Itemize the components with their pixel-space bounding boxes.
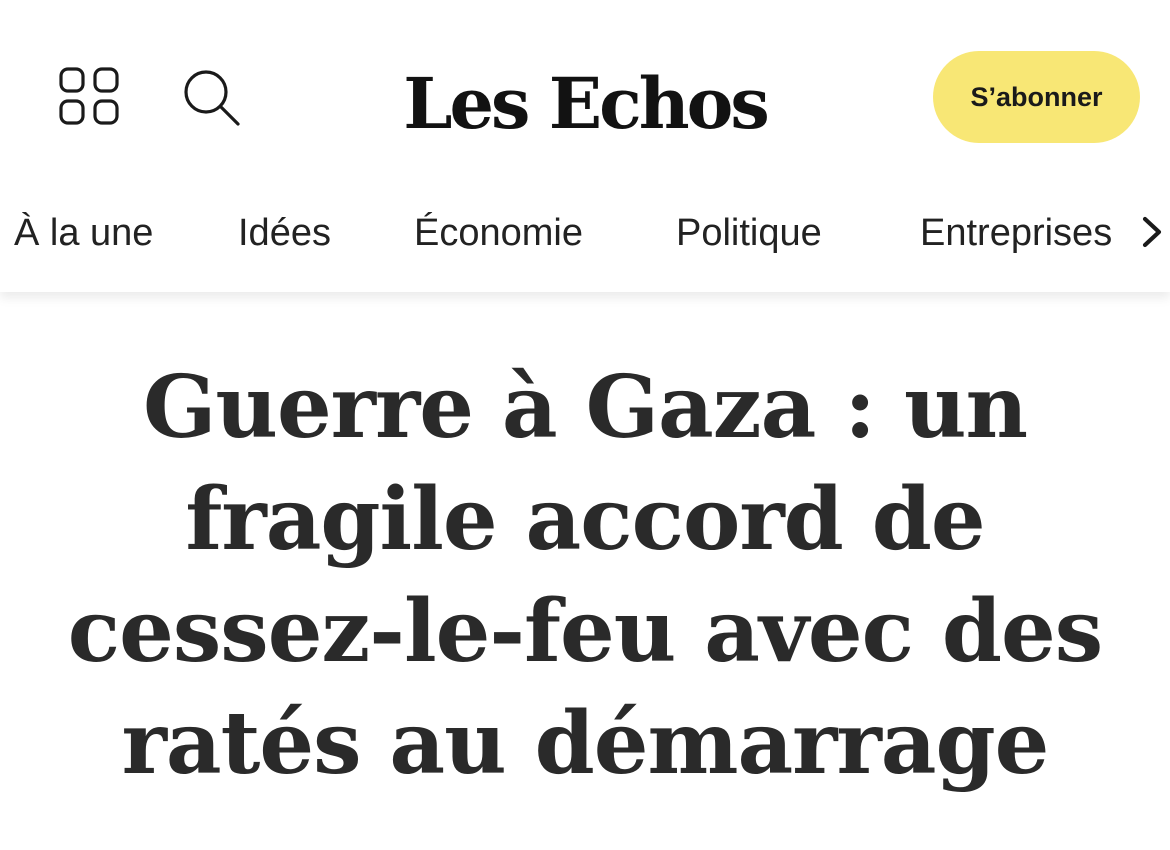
article-headline: Guerre à Gaza : un fragile accord de ces…: [67, 357, 1103, 794]
nav-item-politique[interactable]: Politique: [676, 200, 822, 266]
site-header: Les Echos S’abonner À la une Idées Écono…: [0, 0, 1170, 292]
nav-item-a-la-une[interactable]: À la une: [14, 200, 153, 266]
site-logo[interactable]: Les Echos: [402, 62, 770, 146]
nav-item-economie[interactable]: Économie: [414, 200, 583, 266]
search-icon[interactable]: [182, 68, 244, 130]
section-nav: À la une Idées Économie Politique Entrep…: [0, 200, 1170, 266]
chevron-right-icon[interactable]: [1140, 212, 1166, 252]
grid-menu-icon[interactable]: [58, 66, 122, 128]
subscribe-button[interactable]: S’abonner: [933, 51, 1140, 143]
nav-item-idees[interactable]: Idées: [238, 200, 331, 266]
nav-item-entreprises[interactable]: Entreprises: [920, 200, 1112, 266]
